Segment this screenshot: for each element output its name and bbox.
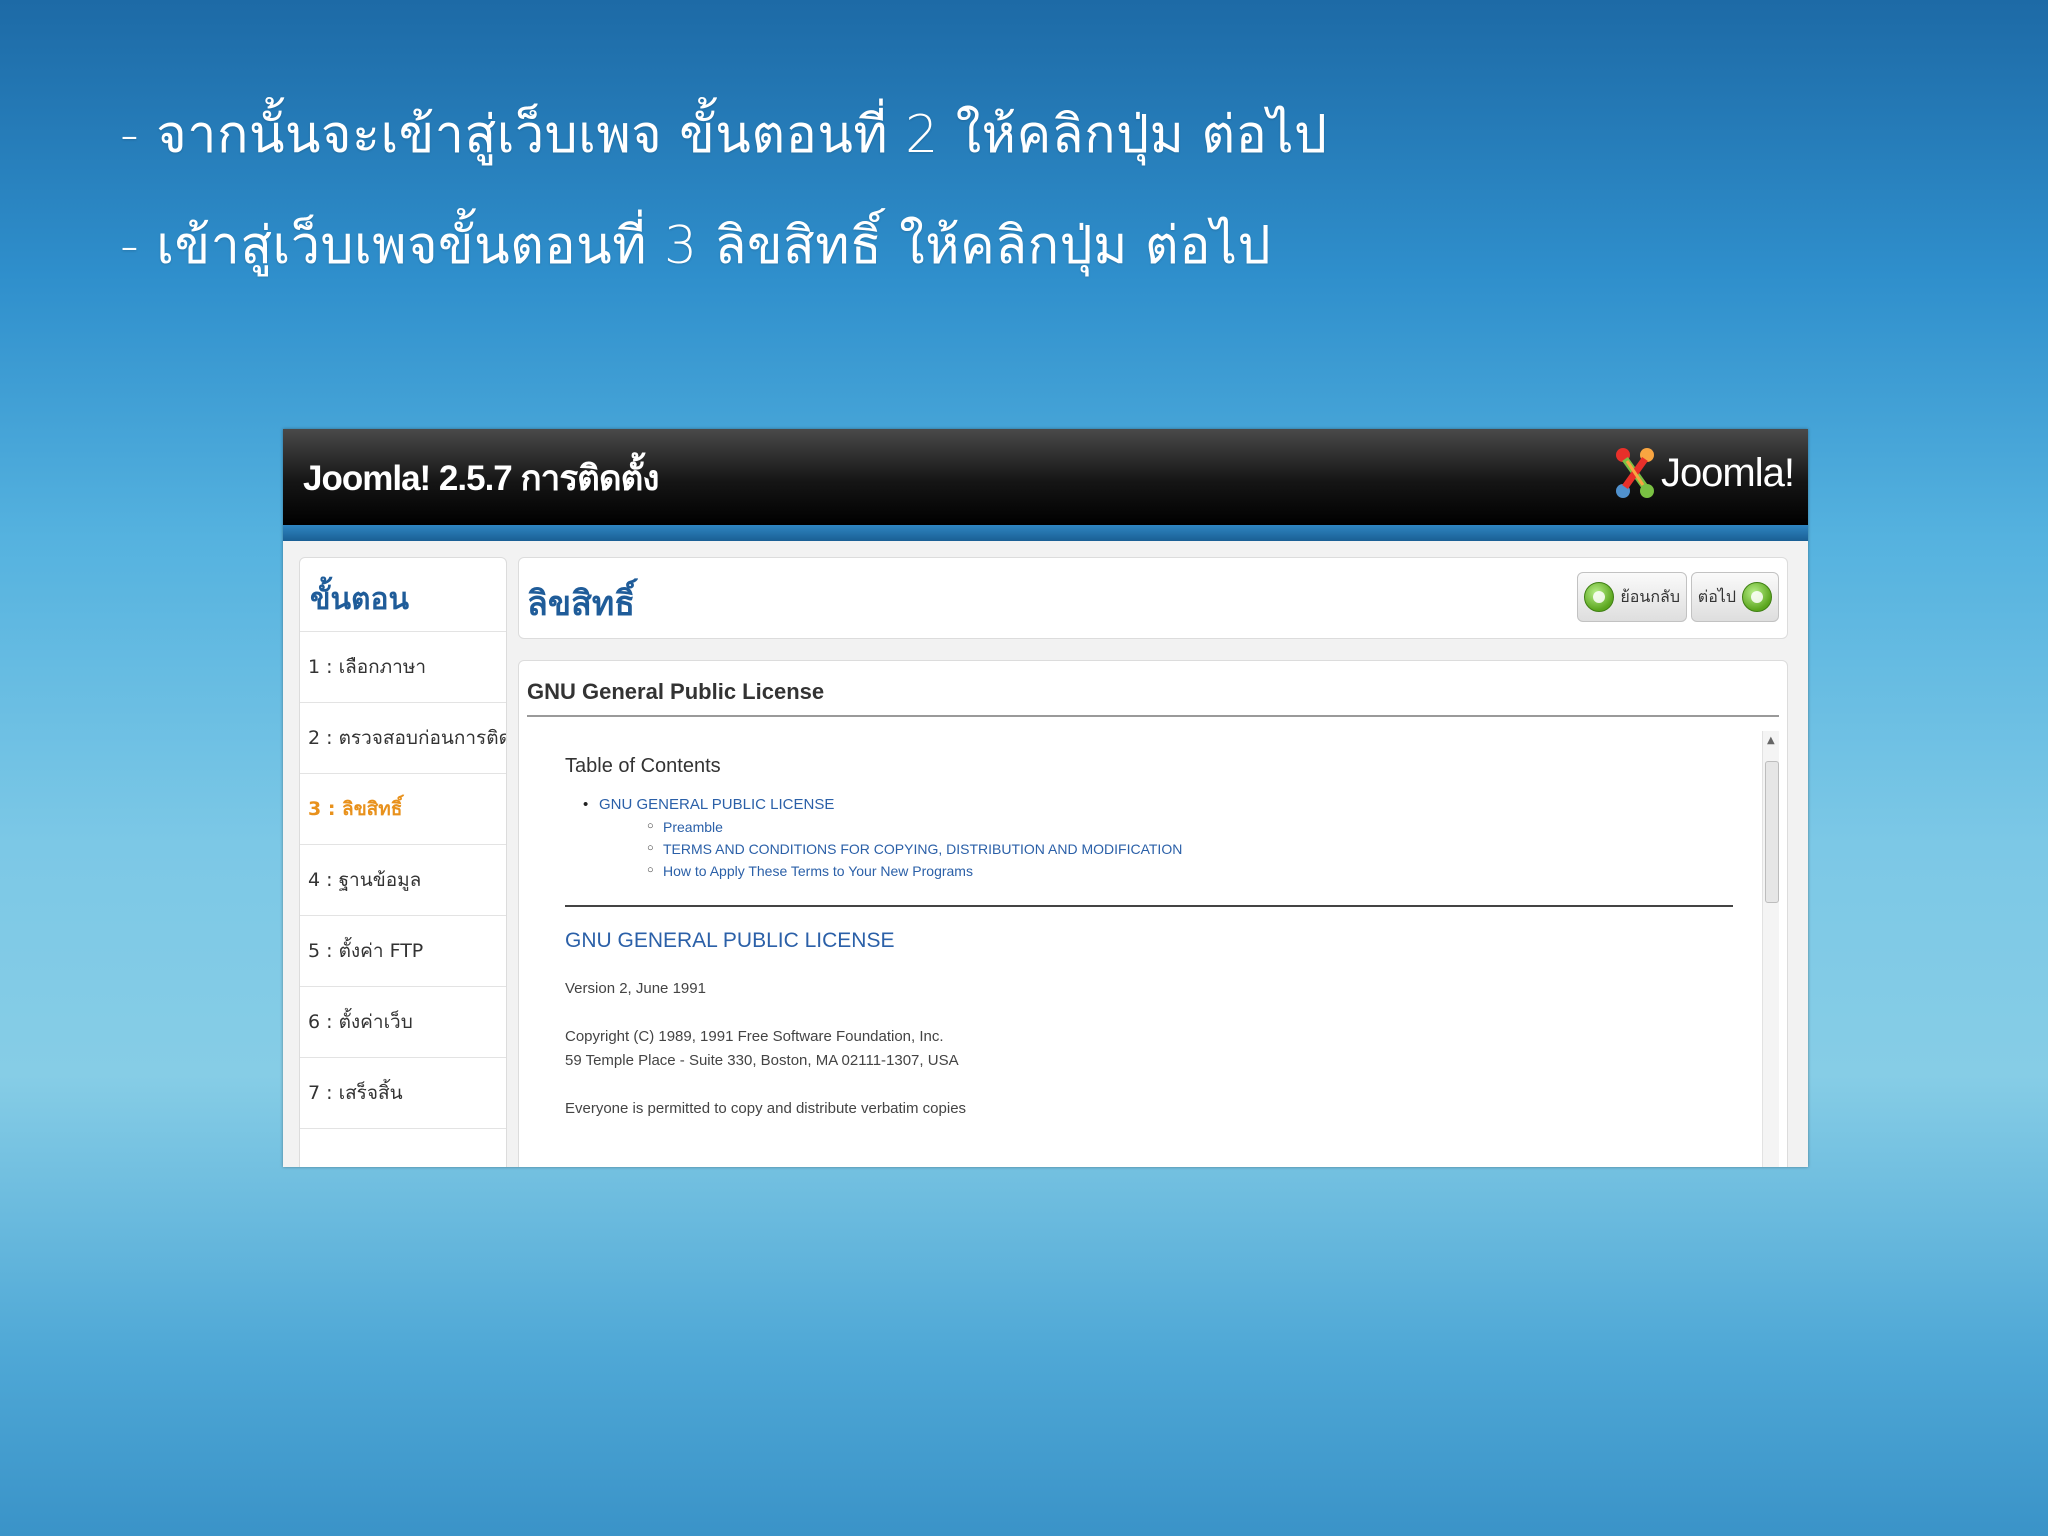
next-button[interactable]: ต่อไป (1690, 572, 1779, 622)
joomla-logo-icon (1613, 445, 1657, 501)
back-button[interactable]: ย้อนกลับ (1577, 572, 1687, 622)
step-5-ftp[interactable]: 5 : ตั้งค่า FTP (300, 916, 506, 987)
section-divider (565, 905, 1733, 907)
back-button-label: ย้อนกลับ (1620, 586, 1680, 606)
toc-link-preamble[interactable]: Preamble (647, 819, 1735, 835)
toc-title: Table of Contents (565, 755, 721, 777)
scrollbar-thumb[interactable] (1765, 761, 1779, 903)
back-arrow-icon (1584, 582, 1615, 612)
toc-link-terms[interactable]: TERMS AND CONDITIONS FOR COPYING, DISTRI… (647, 841, 1735, 857)
license-copyright: Copyright (C) 1989, 1991 Free Software F… (565, 1025, 1735, 1073)
license-permission: Everyone is permitted to copy and distri… (565, 1100, 967, 1117)
license-panel: GNU General Public License Table of Cont… (518, 660, 1788, 1167)
toc-link-gpl[interactable]: GNU GENERAL PUBLIC LICENSE (583, 796, 1735, 813)
steps-sidebar: ขั้นตอน 1 : เลือกภาษา 2 : ตรวจสอบก่อนการ… (299, 557, 507, 1167)
step-7-finish[interactable]: 7 : เสร็จสิ้น (300, 1058, 506, 1129)
slide-instruction-line-2: - เข้าสู่เว็บเพจขั้นตอนที่ 3 ลิขสิทธิ์ ใ… (120, 216, 1272, 276)
scroll-up-icon[interactable]: ▲ (1767, 735, 1775, 746)
toc-link-how-to-apply[interactable]: How to Apply These Terms to Your New Pro… (647, 863, 1735, 879)
license-text-area[interactable]: Table of Contents GNU GENERAL PUBLIC LIC… (527, 731, 1779, 1167)
page-title-bar: ลิขสิทธิ์ ย้อนกลับ ต่อไป (518, 557, 1788, 639)
license-scrollbar[interactable]: ▲ (1762, 731, 1779, 1167)
joomla-logo: Joomla! (1613, 443, 1795, 503)
step-4-database[interactable]: 4 : ฐานข้อมูล (300, 845, 506, 916)
joomla-logo-text: Joomla! (1660, 450, 1795, 495)
page-title: ลิขสิทธิ์ (527, 584, 635, 624)
next-arrow-icon (1742, 582, 1772, 612)
license-heading: GNU General Public License (527, 679, 825, 704)
steps-heading: ขั้นตอน (300, 558, 506, 632)
copyright-line-2: 59 Temple Place - Suite 330, Boston, MA … (565, 1052, 959, 1069)
header-accent-bar (283, 525, 1808, 541)
license-version: Version 2, June 1991 (565, 980, 706, 997)
installer-screenshot: Joomla! 2.5.7 การติดตั้ง Joomla! ขั้นตอน… (283, 429, 1808, 1167)
slide-instruction-line-1: - จากนั้นจะเข้าสู่เว็บเพจ ขั้นตอนที่ 2 ใ… (120, 105, 1328, 165)
step-3-license[interactable]: 3 : ลิขสิทธิ์ (300, 774, 506, 845)
license-document: Table of Contents GNU GENERAL PUBLIC LIC… (565, 755, 1735, 1121)
step-6-site[interactable]: 6 : ตั้งค่าเว็บ (300, 987, 506, 1058)
next-button-label: ต่อไป (1697, 586, 1736, 606)
step-2-preinstall-check[interactable]: 2 : ตรวจสอบก่อนการติดตั้ง (300, 703, 506, 774)
step-1-language[interactable]: 1 : เลือกภาษา (300, 632, 506, 703)
gpl-section-title: GNU GENERAL PUBLIC LICENSE (565, 929, 895, 952)
installer-title: Joomla! 2.5.7 การติดตั้ง (303, 459, 659, 498)
installer-header: Joomla! 2.5.7 การติดตั้ง Joomla! (283, 429, 1808, 525)
license-divider (527, 715, 1779, 717)
copyright-line-1: Copyright (C) 1989, 1991 Free Software F… (565, 1028, 944, 1045)
